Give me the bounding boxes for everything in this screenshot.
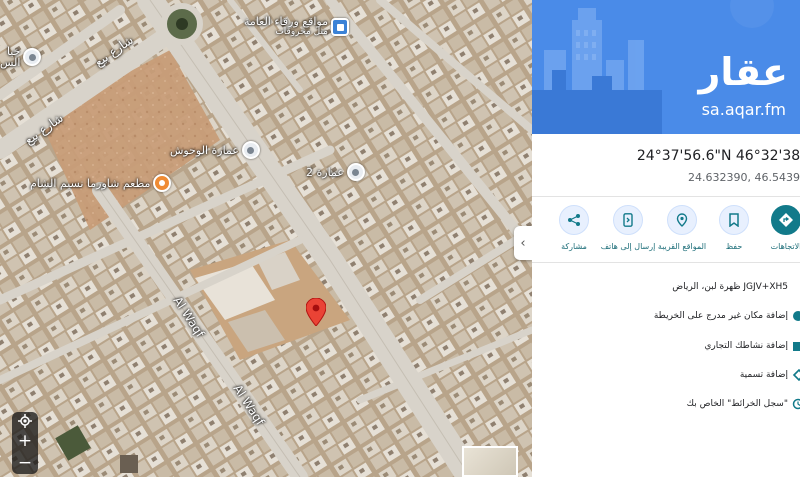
pluscode-text: JGJV+XH5 ظهرة لبن، الرياض <box>672 282 788 292</box>
aqar-logo: عقار <box>698 50 788 94</box>
nearby-button[interactable]: المواقع القريبة <box>652 205 712 251</box>
nearby-label: المواقع القريبة <box>657 242 707 251</box>
poi-left-edge[interactable]: خيا الس <box>0 46 42 69</box>
coordinates-decimal: 24.632390, 46.5439 <box>688 171 800 184</box>
aqar-url: sa.aqar.fm <box>701 100 786 119</box>
restaurant-icon <box>153 174 172 192</box>
poi-shop-sublabel: مثل محروقات <box>275 27 328 37</box>
directions-label: الاتجاهات <box>770 242 800 251</box>
directions-icon <box>771 205 800 235</box>
add-label-text: إضافة تسمية <box>739 370 788 380</box>
hero-image: عقار sa.aqar.fm <box>532 0 800 134</box>
maps-history-row[interactable]: "سجل الخرائط" الخاص بك <box>532 394 800 414</box>
add-place-icon <box>793 311 800 321</box>
add-business-text: إضافة نشاطك التجاري <box>704 341 788 351</box>
poi-shop[interactable]: مواقع ورقاء العامة مثل محروقات <box>244 16 349 38</box>
poi-al-wahoush-label: عمارة الوحوش <box>170 143 239 157</box>
map-view[interactable]: شارع بيع شارع بيع Al Waqf Al Waqf مواقع … <box>0 0 532 477</box>
collapse-panel-button[interactable]: ‹ <box>514 226 532 260</box>
poi-imarah-2-label: عمارة 2 <box>306 165 344 179</box>
poi-shawarma[interactable]: مطعم شاورما نسيم الشام <box>30 174 172 192</box>
poi-imarah-2[interactable]: عمارة 2 <box>306 163 365 181</box>
poi-shop-label: مواقع ورقاء العامة <box>244 15 328 28</box>
divider <box>532 196 800 197</box>
shopping-bag-icon <box>331 18 349 36</box>
poi-left-edge-label-2: الس <box>0 56 21 69</box>
zoom-in-button[interactable]: + <box>14 432 36 450</box>
place-icon <box>346 163 365 181</box>
map-controls: + − <box>12 412 38 474</box>
save-label: حفظ <box>725 242 743 251</box>
screen: شارع بيع شارع بيع Al Waqf Al Waqf مواقع … <box>0 0 800 477</box>
share-icon <box>559 205 589 235</box>
send-to-phone-icon <box>613 205 643 235</box>
add-missing-place-row[interactable]: إضافة مكان غير مدرج على الخريطة <box>532 306 800 326</box>
share-button[interactable]: مشاركة <box>544 205 604 251</box>
label-icon <box>792 369 800 381</box>
place-icon <box>241 141 260 159</box>
map-layer-thumbnail[interactable] <box>462 446 518 477</box>
maps-history-text: "سجل الخرائط" الخاص بك <box>686 399 788 409</box>
add-label-row[interactable]: إضافة تسمية <box>532 365 800 385</box>
place-icon <box>23 48 42 66</box>
share-label: مشاركة <box>561 242 587 251</box>
location-pin-icon[interactable] <box>306 298 326 326</box>
poi-shawarma-label: مطعم شاورما نسيم الشام <box>30 176 151 190</box>
save-button[interactable]: حفظ <box>704 205 764 251</box>
satellite-imagery <box>0 0 532 477</box>
history-icon <box>792 398 800 410</box>
chevron-left-icon: ‹ <box>520 235 526 251</box>
divider <box>532 262 800 263</box>
place-panel: عقار sa.aqar.fm 24°37'56.6"N 46°32'38.3"… <box>532 0 800 477</box>
add-business-row[interactable]: إضافة نشاطك التجاري <box>532 336 800 356</box>
send-to-phone-label: إرسال إلى هاتف <box>600 242 656 251</box>
poi-al-wahoush[interactable]: عمارة الوحوش <box>170 141 260 159</box>
pluscode-row[interactable]: JGJV+XH5 ظهرة لبن، الرياض <box>532 277 800 297</box>
my-location-icon[interactable] <box>18 414 32 429</box>
business-icon <box>793 342 800 351</box>
add-missing-place-text: إضافة مكان غير مدرج على الخريطة <box>653 311 788 321</box>
bookmark-icon <box>719 205 749 235</box>
coordinates-dms: 24°37'56.6"N 46°32'38.3" <box>636 148 800 164</box>
zoom-out-button[interactable]: − <box>14 454 36 472</box>
send-to-phone-button[interactable]: إرسال إلى هاتف <box>598 205 658 251</box>
nearby-icon <box>667 205 697 235</box>
